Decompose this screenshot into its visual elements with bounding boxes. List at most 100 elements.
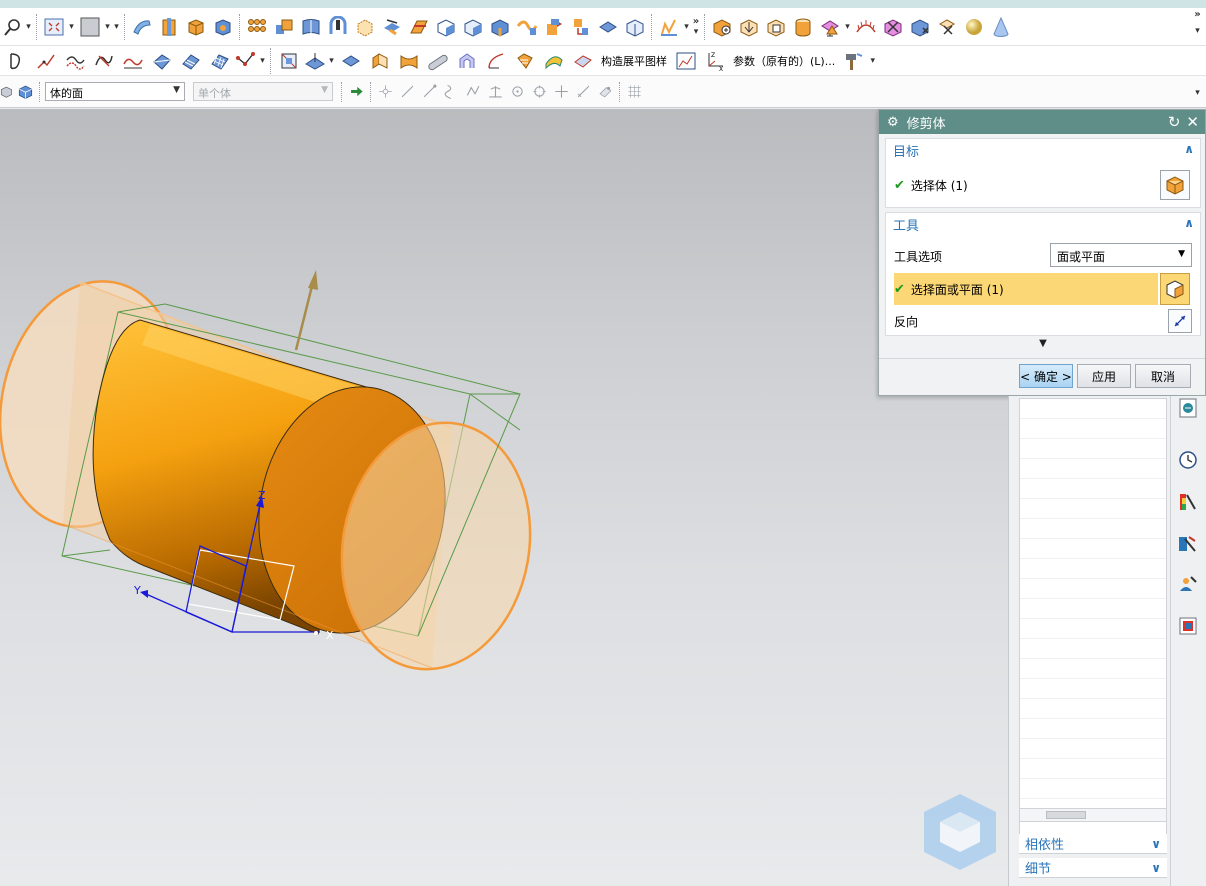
select-body-row[interactable]: ✔ 选择体 (1) bbox=[886, 171, 1200, 199]
navigator-row[interactable] bbox=[1020, 559, 1166, 579]
navigator-row[interactable] bbox=[1020, 399, 1166, 419]
emboss-icon[interactable] bbox=[567, 12, 594, 42]
toolbar1-overflow[interactable]: » ▾ bbox=[691, 16, 701, 37]
navigator-row[interactable] bbox=[1020, 599, 1166, 619]
navigator-row[interactable] bbox=[1020, 499, 1166, 519]
swept-section-dropdown[interactable]: ▾ bbox=[682, 22, 691, 32]
more-options-icon[interactable]: ▼ bbox=[879, 338, 1206, 349]
flat-pattern-label[interactable]: 构造展平图样 bbox=[597, 53, 671, 69]
navigator-row[interactable] bbox=[1020, 739, 1166, 759]
close-icon[interactable]: ✕ bbox=[1186, 113, 1199, 131]
surface-icon[interactable] bbox=[510, 47, 539, 75]
fit-view-dropdown[interactable]: ▾ bbox=[67, 22, 76, 32]
law-icon[interactable] bbox=[568, 47, 597, 75]
hammer-face-icon[interactable] bbox=[933, 12, 960, 42]
cancel-button[interactable]: 取消 bbox=[1135, 364, 1191, 388]
navigator-row[interactable] bbox=[1020, 459, 1166, 479]
role-icon[interactable] bbox=[1176, 572, 1200, 596]
snap-spline-icon[interactable] bbox=[462, 79, 484, 105]
target-group-header[interactable]: 目标 ∧ bbox=[886, 139, 1200, 161]
snap-line-icon[interactable] bbox=[396, 79, 418, 105]
feature-block-icon[interactable] bbox=[708, 12, 735, 42]
snap-center-icon[interactable] bbox=[506, 79, 528, 105]
navigator-row[interactable] bbox=[1020, 639, 1166, 659]
offset-curve-icon[interactable] bbox=[60, 47, 89, 75]
remove-params-icon[interactable] bbox=[906, 12, 933, 42]
navigator-row[interactable] bbox=[1020, 719, 1166, 739]
select-body-icon[interactable] bbox=[0, 79, 14, 105]
face-offset-icon[interactable] bbox=[303, 47, 327, 75]
toolbar3-end-menu[interactable]: ▾ bbox=[1193, 88, 1202, 98]
navigator-row[interactable] bbox=[1020, 659, 1166, 679]
history-icon[interactable] bbox=[1176, 448, 1200, 472]
navigator-row[interactable] bbox=[1020, 759, 1166, 779]
through-curves-icon[interactable] bbox=[147, 47, 176, 75]
navigator-row[interactable] bbox=[1020, 699, 1166, 719]
navigator-row[interactable] bbox=[1020, 419, 1166, 439]
delete-face-icon[interactable] bbox=[879, 12, 906, 42]
chart-icon[interactable] bbox=[671, 47, 700, 75]
feature-dropdown[interactable]: ▾ bbox=[843, 22, 852, 32]
scope-select[interactable]: 单个体 ▼ bbox=[193, 82, 333, 101]
fold-face-icon[interactable] bbox=[365, 47, 394, 75]
apply-button[interactable]: 应用 bbox=[1077, 364, 1131, 388]
navigator-row[interactable] bbox=[1020, 479, 1166, 499]
render-style-dropdown[interactable]: ▾ bbox=[103, 22, 112, 32]
snap-quadrant-icon[interactable] bbox=[528, 79, 550, 105]
select-body-button[interactable] bbox=[1160, 170, 1190, 200]
union-icon[interactable] bbox=[270, 12, 297, 42]
snap-grid-icon[interactable] bbox=[623, 79, 645, 105]
sketch-curve-icon[interactable] bbox=[2, 47, 31, 75]
blend-icon[interactable] bbox=[459, 12, 486, 42]
thread-icon[interactable] bbox=[324, 12, 351, 42]
trim-body-icon[interactable] bbox=[351, 12, 378, 42]
ruled-icon[interactable] bbox=[176, 47, 205, 75]
cone-icon[interactable] bbox=[987, 12, 1014, 42]
chevron-up-icon[interactable]: ∧ bbox=[1184, 216, 1194, 230]
toolbar2-more[interactable]: ▾ bbox=[868, 56, 877, 66]
feature-pyramid-icon[interactable] bbox=[816, 12, 843, 42]
navigator-row[interactable] bbox=[1020, 439, 1166, 459]
select-face-row[interactable]: ✔ 选择面或平面 (1) bbox=[894, 273, 1158, 305]
feature-hole-icon[interactable] bbox=[735, 12, 762, 42]
snap-curve-icon[interactable] bbox=[440, 79, 462, 105]
section-icon[interactable] bbox=[274, 47, 303, 75]
connector-dropdown[interactable]: ▾ bbox=[258, 56, 267, 66]
block-icon[interactable] bbox=[182, 12, 209, 42]
wave-icon[interactable] bbox=[539, 47, 568, 75]
visualization-icon[interactable] bbox=[1176, 490, 1200, 514]
arrow-right-icon[interactable] bbox=[345, 79, 367, 105]
split-icon[interactable] bbox=[378, 12, 405, 42]
hole-icon[interactable] bbox=[209, 12, 236, 42]
draft-icon[interactable] bbox=[432, 12, 459, 42]
feature-cylinder-icon[interactable] bbox=[789, 12, 816, 42]
palette-icon[interactable] bbox=[1176, 532, 1200, 556]
zoom-dropdown[interactable]: ▾ bbox=[24, 22, 33, 32]
toolbar1-end-menu[interactable]: » ▾ bbox=[1193, 10, 1202, 37]
sheet-icon[interactable] bbox=[297, 12, 324, 42]
snap-intersection-icon[interactable] bbox=[550, 79, 572, 105]
type-filter-select[interactable]: 体的面 ▼ bbox=[45, 82, 185, 101]
snap-any-icon[interactable] bbox=[374, 79, 396, 105]
snap-perpendicular-icon[interactable] bbox=[484, 79, 506, 105]
param-label[interactable]: 参数（原有的）(L)... bbox=[729, 53, 839, 69]
web-browser-icon[interactable] bbox=[1176, 396, 1200, 420]
navigator-row[interactable] bbox=[1020, 619, 1166, 639]
feature-shell-icon[interactable] bbox=[762, 12, 789, 42]
gear-icon[interactable]: ⚙ bbox=[887, 115, 899, 130]
reverse-direction-button[interactable] bbox=[1168, 309, 1192, 333]
connector-icon[interactable] bbox=[234, 47, 258, 75]
bend-icon[interactable] bbox=[394, 47, 423, 75]
tube-icon[interactable] bbox=[423, 47, 452, 75]
sphere-icon[interactable] bbox=[960, 12, 987, 42]
chevron-up-icon[interactable]: ∧ bbox=[1184, 142, 1194, 156]
rib-icon[interactable] bbox=[452, 47, 481, 75]
fillet-curve-icon[interactable] bbox=[31, 47, 60, 75]
toolbar1-more[interactable]: ▾ bbox=[112, 22, 121, 32]
navigator-row[interactable] bbox=[1020, 519, 1166, 539]
boolean-icon[interactable] bbox=[621, 12, 648, 42]
fit-view-icon[interactable] bbox=[40, 12, 67, 42]
zoom-icon[interactable] bbox=[2, 12, 24, 42]
mesh-surface-icon[interactable] bbox=[205, 47, 234, 75]
ok-button[interactable]: < 确定 > bbox=[1019, 364, 1073, 388]
